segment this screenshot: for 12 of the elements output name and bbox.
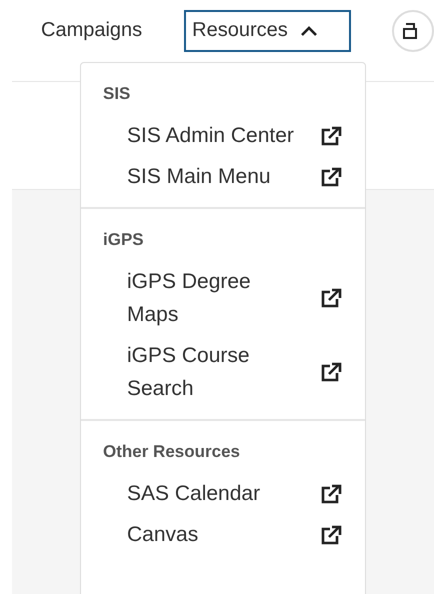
section-heading: SIS — [102, 83, 132, 105]
round-button[interactable] — [392, 10, 434, 52]
nav-link[interactable]: Campaigns — [41, 19, 142, 42]
menu-item[interactable]: SIS Admin Center — [81, 115, 365, 156]
menu-item[interactable]: Canvas — [81, 514, 365, 555]
menu-item[interactable]: SIS Main Menu — [81, 156, 365, 197]
section-heading: iGPS — [102, 229, 145, 251]
resources-dropdown-button[interactable]: Resources — [184, 10, 351, 52]
menu-item[interactable]: SAS Calendar — [81, 473, 365, 514]
section-heading: Other Resources — [102, 441, 241, 463]
caret-icon — [300, 24, 318, 36]
menu-item[interactable]: iGPS Course Search — [81, 335, 365, 409]
